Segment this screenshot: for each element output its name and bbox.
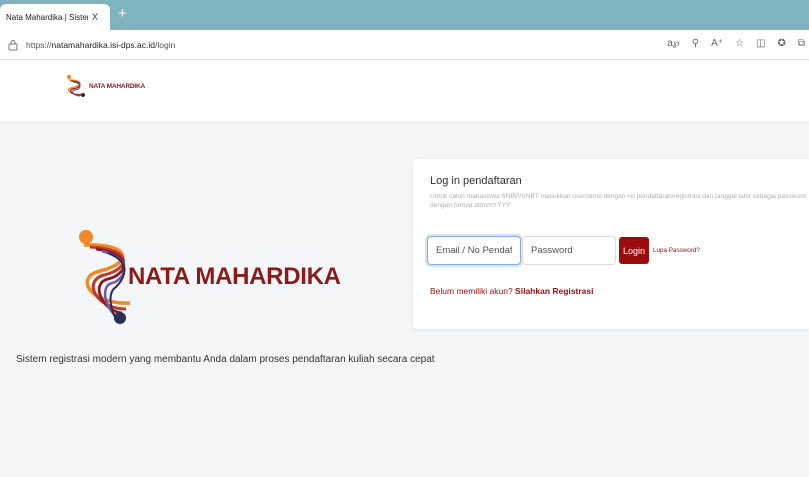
favorites-icon[interactable]: ✪ [777,38,785,49]
new-tab-button[interactable]: + [118,6,127,22]
header-logo-text: NATA MAHARDIKA [89,82,145,90]
browser-tab-strip: Nata Mahardika | Sistem Manaj X + [0,0,809,30]
browser-toolbar-icons: a℘ ⚲ A⁺ ☆ ◫ ✪ ⧉ [667,38,805,49]
register-link[interactable]: Silahkan Registrasi [515,286,593,296]
login-title: Log in pendaftaran [430,175,522,187]
url-field[interactable]: https://natamahardika.isi-dps.ac.id/logi… [26,40,175,50]
favorite-icon[interactable]: ☆ [735,38,744,49]
password-input[interactable] [522,236,616,265]
forgot-password-link[interactable]: Lupa Password? [653,247,700,254]
hero-brand-text: NATA MAHARDIKA [128,263,341,290]
split-screen-icon[interactable]: ◫ [756,38,765,49]
header-logo[interactable]: NATA MAHARDIKA [65,74,145,98]
login-description: Untuk calon mahasiswa SNBP/SNBT masukkan… [430,193,806,209]
site-header: NATA MAHARDIKA [0,60,809,123]
email-input[interactable] [427,236,521,265]
address-bar: https://natamahardika.isi-dps.ac.id/logi… [0,30,809,60]
lock-icon[interactable] [8,39,18,51]
register-line: Belum memiliki akun? Silahkan Registrasi [430,286,593,296]
url-path: /login [155,40,176,50]
url-prefix: https:// [26,40,52,50]
text-size-icon[interactable]: A⁺ [711,38,723,49]
url-domain: natamahardika.isi-dps.ac.id [51,40,155,50]
read-aloud-icon[interactable]: a℘ [667,38,680,49]
tab-close-button[interactable]: X [92,12,98,22]
hero-tagline: Sistem registrasi modern yang membantu A… [16,354,435,365]
login-button[interactable]: Login [619,237,649,264]
zoom-icon[interactable]: ⚲ [692,38,699,49]
login-card: Log in pendaftaran Untuk calon mahasiswa… [413,159,809,329]
register-prompt: Belum memiliki akun? [430,286,513,296]
browser-tab[interactable]: Nata Mahardika | Sistem Manaj X [0,4,110,30]
tab-title: Nata Mahardika | Sistem Manaj [6,12,88,22]
collections-icon[interactable]: ⧉ [798,38,805,49]
logo-mark-icon [66,74,85,97]
